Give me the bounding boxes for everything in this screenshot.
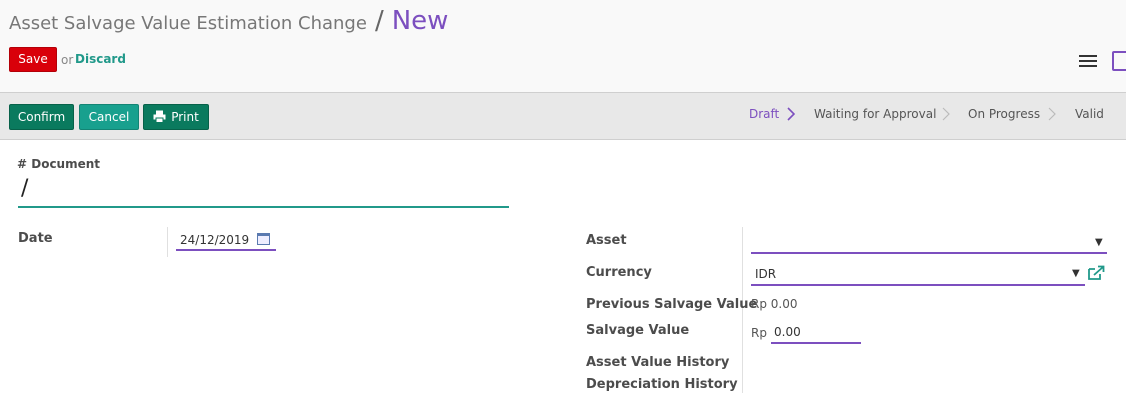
field-divider	[167, 227, 168, 257]
currency-label: Currency	[586, 265, 652, 280]
stage-on-progress[interactable]: On Progress	[968, 107, 1040, 121]
chevron-right-icon	[942, 107, 950, 121]
document-label: # Document	[17, 157, 101, 171]
discard-button[interactable]: Discard	[75, 52, 126, 66]
salvage-currency: Rp	[751, 326, 767, 340]
confirm-button[interactable]: Confirm	[9, 104, 74, 130]
status-bar: Confirm Cancel Print Draft Waiting for A…	[0, 93, 1126, 140]
depreciation-history-label: Depreciation History	[586, 377, 738, 392]
print-button-label: Print	[171, 110, 199, 124]
salvage-value: 0.00	[774, 325, 801, 339]
stage-valid[interactable]: Valid	[1075, 107, 1104, 121]
calendar-icon[interactable]	[257, 233, 270, 245]
save-button[interactable]: Save	[9, 47, 57, 72]
caret-down-icon[interactable]: ▼	[1095, 237, 1103, 248]
breadcrumb-separator: /	[374, 6, 384, 36]
form-view-icon[interactable]	[1112, 51, 1126, 71]
previous-salvage-value: Rp 0.00	[751, 297, 798, 311]
external-link-icon[interactable]	[1088, 265, 1105, 280]
caret-down-icon[interactable]: ▼	[1072, 268, 1080, 279]
asset-history-label: Asset Value History	[586, 355, 730, 370]
currency-select[interactable]	[751, 266, 1085, 286]
previous-salvage-label: Previous Salvage Value	[586, 297, 758, 312]
stage-draft[interactable]: Draft	[749, 107, 779, 121]
date-label: Date	[18, 231, 53, 246]
stage-waiting-for-approval[interactable]: Waiting for Approval	[814, 107, 936, 121]
control-panel: Asset Salvage Value Estimation Change / Ne…	[0, 0, 1126, 93]
chevron-right-icon	[1048, 107, 1056, 121]
printer-icon	[153, 110, 166, 123]
asset-select[interactable]	[751, 234, 1107, 254]
breadcrumb-parent-link[interactable]: Asset Salvage Value Estimation Change	[9, 13, 367, 34]
document-input[interactable]	[18, 176, 509, 208]
or-text: or	[61, 53, 74, 67]
currency-value: IDR	[755, 267, 777, 281]
date-value: 24/12/2019	[180, 233, 250, 247]
cancel-button[interactable]: Cancel	[79, 104, 139, 130]
print-button[interactable]: Print	[143, 104, 209, 130]
chevron-right-icon	[787, 107, 795, 121]
page-title: New	[391, 6, 449, 36]
document-value: /	[21, 176, 29, 201]
breadcrumb: Asset Salvage Value Estimation Change / Ne…	[9, 6, 448, 36]
salvage-label: Salvage Value	[586, 323, 690, 338]
asset-label: Asset	[586, 233, 627, 248]
hamburger-menu-icon[interactable]	[1079, 55, 1097, 69]
